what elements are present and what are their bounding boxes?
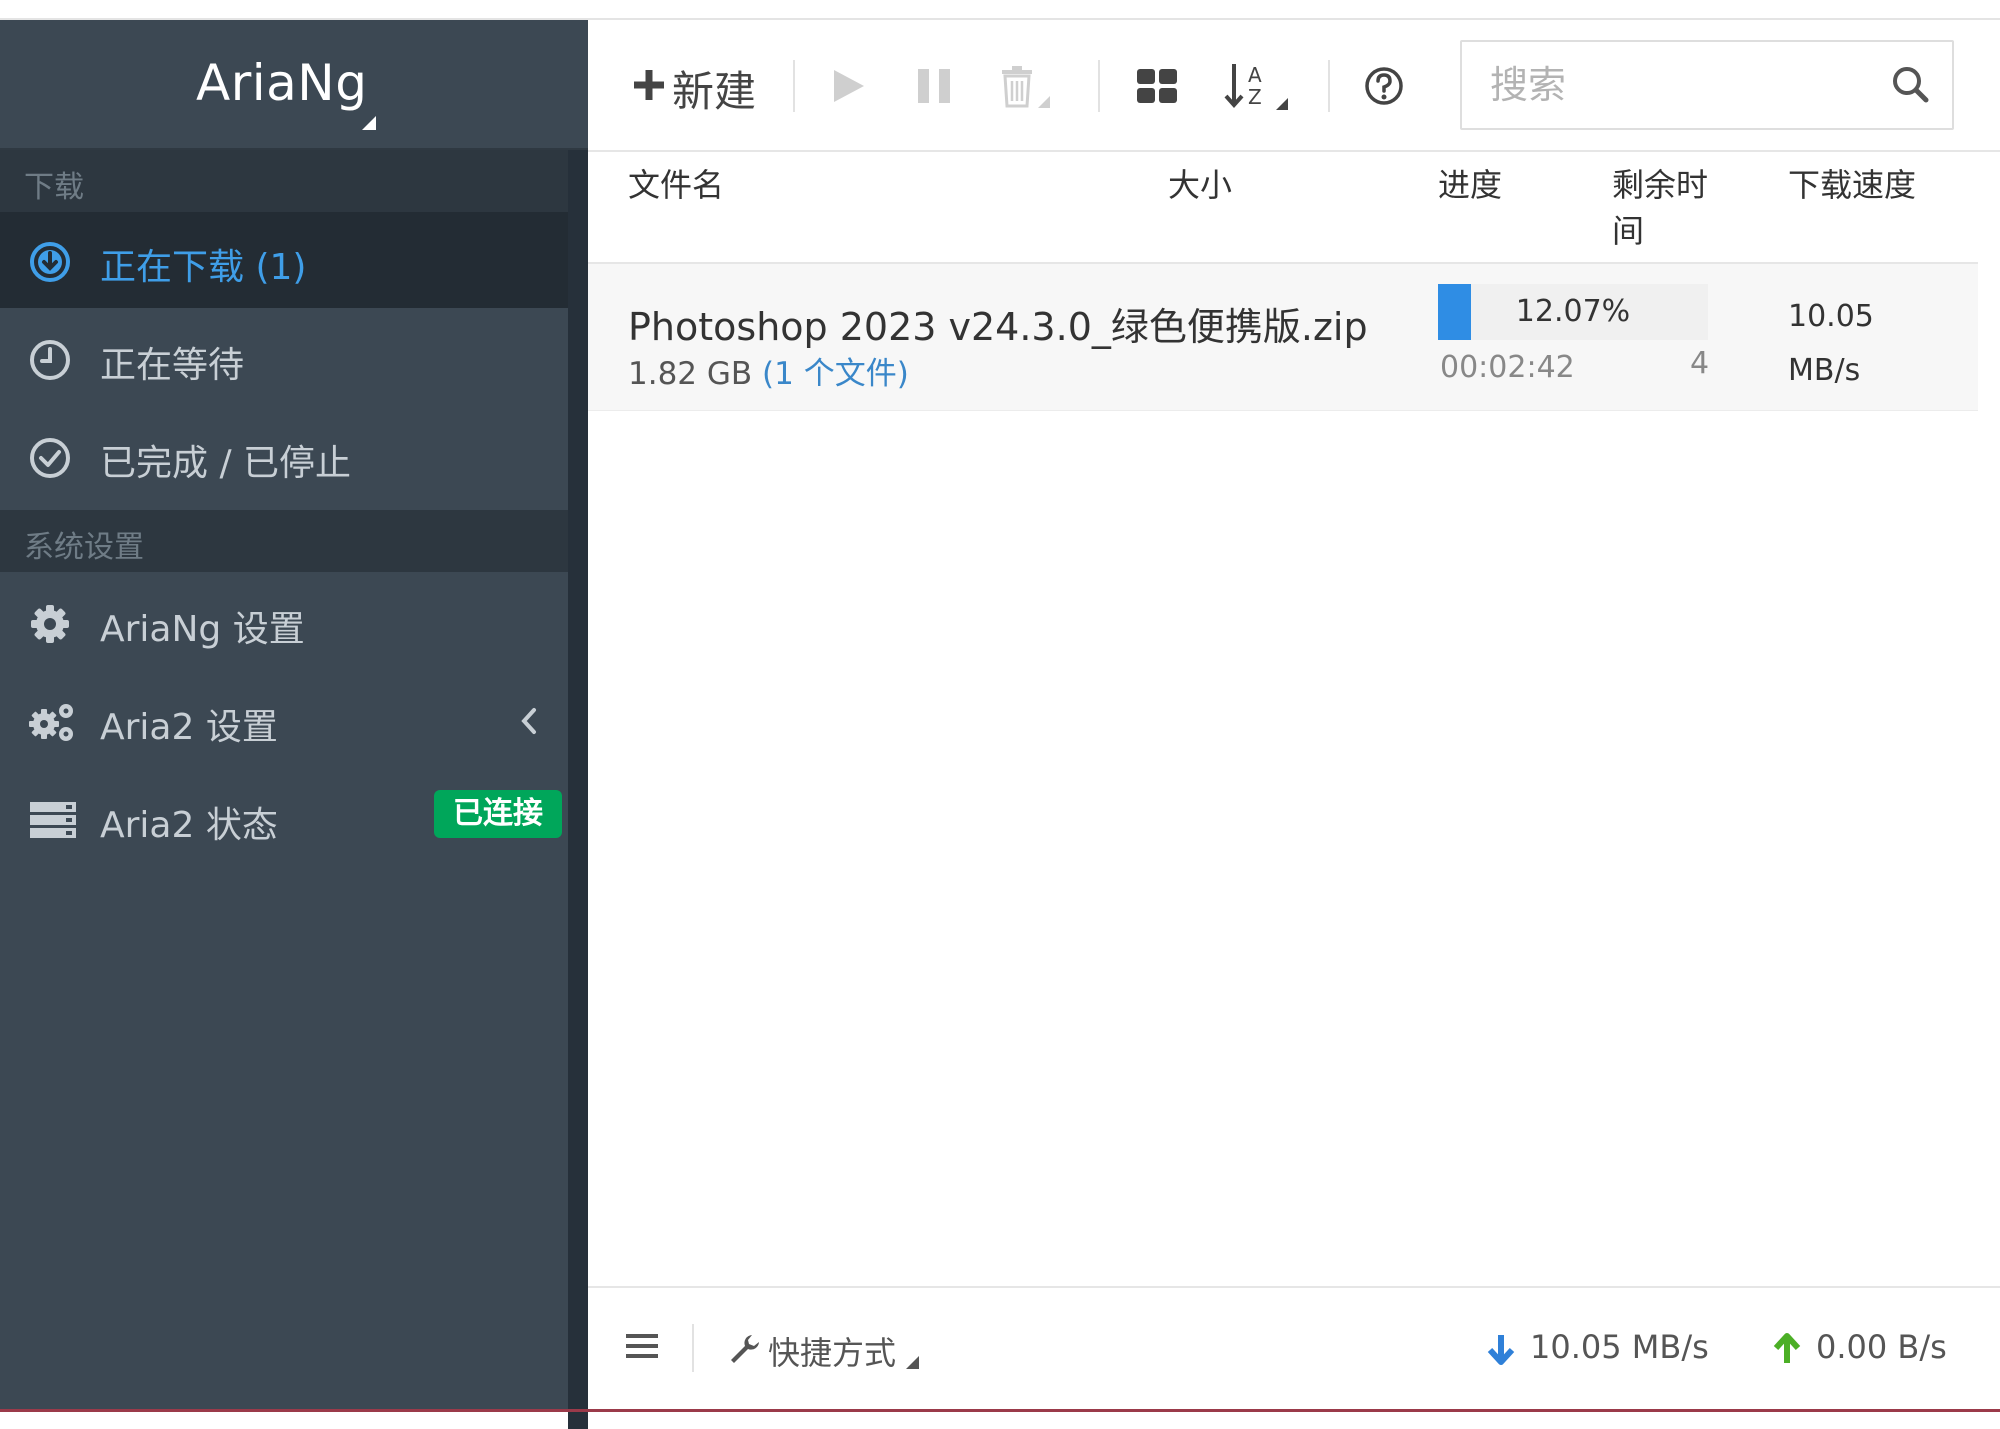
check-circle-icon xyxy=(30,438,70,478)
task-file-name[interactable]: Photoshop 2023 v24.3.0_绿色便携版.zip xyxy=(628,296,1368,351)
sidebar-item-label: 正在下载 (1) xyxy=(100,247,307,288)
sidebar-item-aria2-settings[interactable]: Aria2 设置 xyxy=(0,672,568,768)
arrow-circle-down-icon xyxy=(30,242,70,282)
status-badge: 已连接 xyxy=(434,790,562,838)
shortcut-menu-button[interactable]: 快捷方式 xyxy=(728,1318,928,1378)
task-size-value: 1.82 GB xyxy=(628,356,753,392)
new-task-label: 新建 xyxy=(672,67,757,116)
menu-icon[interactable] xyxy=(626,1332,658,1360)
arrow-up-icon xyxy=(1773,1333,1801,1363)
gears-icon xyxy=(29,704,73,741)
search-box xyxy=(1460,40,1954,130)
task-file-size: 1.82 GB (1 个文件) xyxy=(628,348,909,393)
app-logo: AriaNg xyxy=(196,54,368,112)
caret-icon xyxy=(362,116,376,130)
chevron-left-icon xyxy=(521,708,536,734)
column-header-filename[interactable]: 文件名 xyxy=(628,162,724,208)
total-upload-speed: 0.00 B/s xyxy=(1816,1328,1947,1366)
progress-text: 12.07% xyxy=(1515,294,1631,329)
plus-icon xyxy=(634,70,664,100)
pause-icon[interactable] xyxy=(914,66,954,106)
sidebar-section-settings: 系统设置 xyxy=(0,510,568,572)
sidebar-item-stopped[interactable]: 已完成 / 已停止 xyxy=(0,408,568,504)
new-task-button[interactable]: 新建 xyxy=(622,50,792,120)
sidebar-item-label: Aria2 设置 xyxy=(100,707,278,748)
sidebar-item-label: AriaNg 设置 xyxy=(100,609,305,650)
toolbar: 新建 A Z xyxy=(588,20,2000,152)
window-top-edge xyxy=(0,0,2000,20)
sidebar-item-ariang-settings[interactable]: AriaNg 设置 xyxy=(0,574,568,670)
svg-text:Z: Z xyxy=(1248,85,1262,109)
logo-bar[interactable]: AriaNg xyxy=(0,20,588,150)
toolbar-divider xyxy=(1098,60,1100,112)
task-table-header: 文件名 大小 进度 剩余时间 下载速度 xyxy=(588,152,1978,264)
column-header-progress[interactable]: 进度 xyxy=(1438,162,1502,208)
svg-text:A: A xyxy=(1248,63,1262,87)
caret-icon xyxy=(906,1356,919,1369)
toolbar-divider xyxy=(1328,60,1330,112)
sidebar-section-download: 下载 xyxy=(0,150,568,212)
speed-value: 10.05 xyxy=(1788,299,1874,334)
search-icon[interactable] xyxy=(1890,64,1930,104)
sidebar-item-aria2-status[interactable]: Aria2 状态 已连接 xyxy=(0,770,568,866)
sidebar-item-downloading[interactable]: 正在下载 (1) xyxy=(0,212,568,308)
sidebar-item-label: 正在等待 xyxy=(100,345,245,386)
window-bottom-edge xyxy=(0,1409,2000,1412)
speed-unit: MB/s xyxy=(1788,353,1861,388)
sidebar-item-label: Aria2 状态 xyxy=(100,805,278,846)
sort-icon[interactable]: A Z xyxy=(1224,60,1290,114)
download-speed-cell: 10.05 MB/s xyxy=(1788,290,1874,398)
arrow-down-icon xyxy=(1487,1335,1515,1365)
column-header-remaining[interactable]: 剩余时间 xyxy=(1612,162,1722,254)
clock-icon xyxy=(30,340,70,380)
section-title: 下载 xyxy=(24,170,84,205)
search-input[interactable] xyxy=(1488,56,1872,114)
server-icon xyxy=(30,802,76,838)
sidebar-item-label: 已完成 / 已停止 xyxy=(100,443,352,484)
help-icon[interactable] xyxy=(1364,66,1404,106)
sidebar-scrollbar[interactable] xyxy=(568,150,588,1429)
task-files-link[interactable]: (1 个文件) xyxy=(762,356,909,392)
shortcut-label: 快捷方式 xyxy=(768,1334,897,1372)
column-header-speed[interactable]: 下载速度 xyxy=(1788,162,1916,208)
play-icon[interactable] xyxy=(828,66,868,106)
column-header-size[interactable]: 大小 xyxy=(1168,162,1232,208)
connection-count: 4 xyxy=(1690,346,1710,381)
toolbar-divider xyxy=(793,60,795,112)
grid-view-icon[interactable] xyxy=(1136,68,1178,104)
status-bar: 快捷方式 10.05 MB/s 0.00 B/s xyxy=(588,1286,2000,1411)
sidebar-item-waiting[interactable]: 正在等待 xyxy=(0,310,568,406)
total-download-speed: 10.05 MB/s xyxy=(1530,1328,1709,1366)
progress-bar: 12.07% xyxy=(1438,284,1708,340)
section-title: 系统设置 xyxy=(24,530,144,565)
table-row[interactable]: Photoshop 2023 v24.3.0_绿色便携版.zip 1.82 GB… xyxy=(588,264,1978,411)
footer-divider xyxy=(692,1324,694,1372)
gear-icon xyxy=(31,605,69,643)
wrench-icon xyxy=(731,1335,759,1363)
delete-icon[interactable] xyxy=(998,64,1054,112)
sidebar: AriaNg 下载 正在下载 (1) 正在等待 已完成 / 已停止 系统设置 A… xyxy=(0,20,588,1429)
remaining-time: 00:02:42 xyxy=(1440,350,1575,385)
